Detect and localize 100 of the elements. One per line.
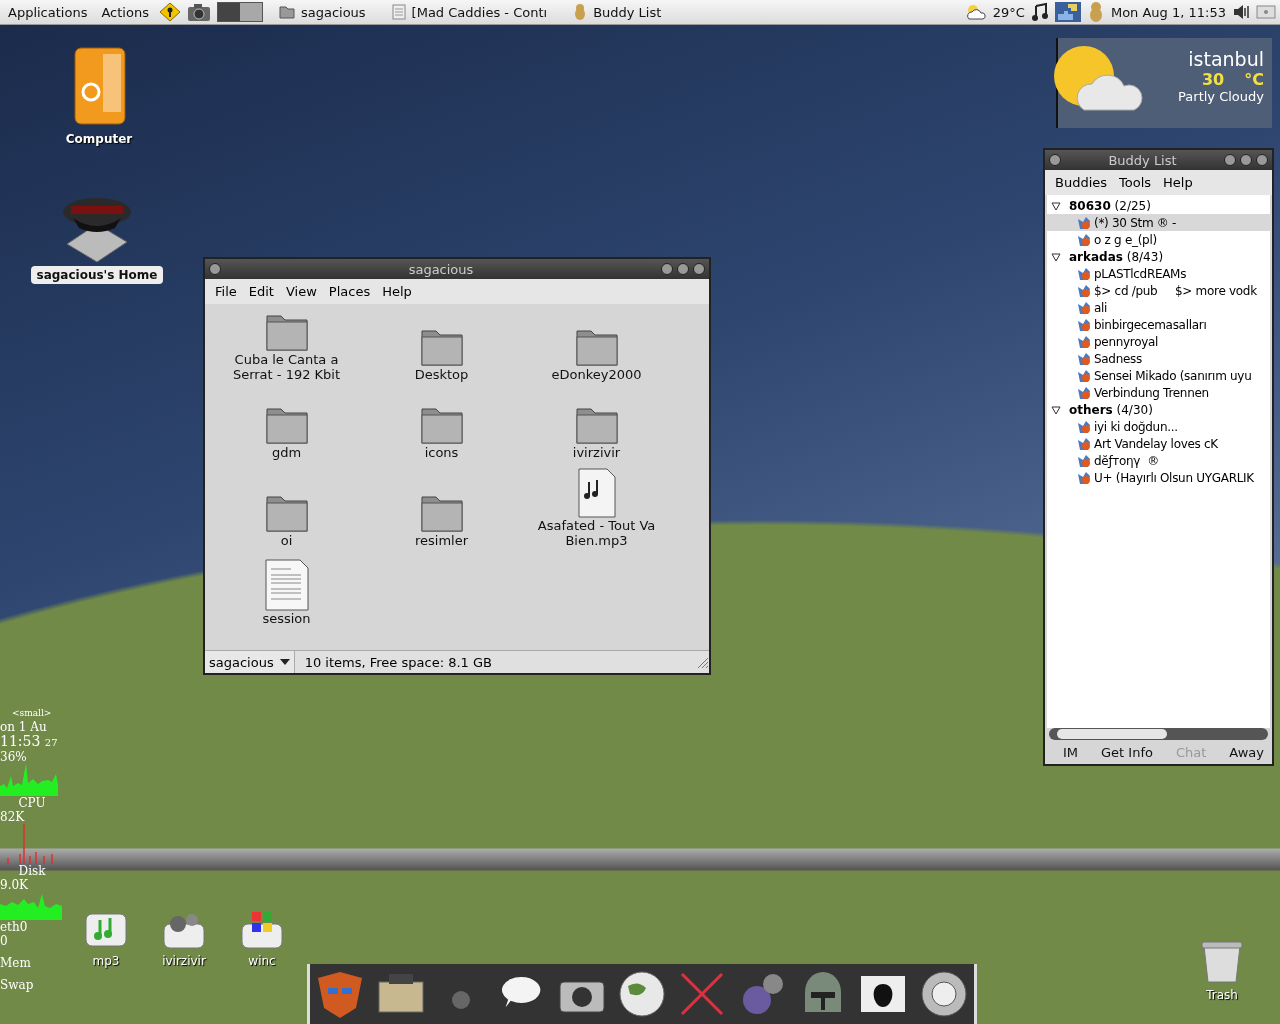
group-name[interactable]: 80630 (2/25) xyxy=(1069,198,1151,213)
menu-item[interactable]: Tools xyxy=(1115,174,1156,191)
menu-item[interactable]: View xyxy=(281,283,321,300)
buddy-row[interactable]: Verbindung Trennen xyxy=(1047,384,1270,401)
buddy-row[interactable]: pennyroyal xyxy=(1047,333,1270,350)
file-name[interactable]: Desktop xyxy=(371,367,512,382)
weather-temperature: 30 xyxy=(1202,70,1225,89)
disk-label: Disk xyxy=(17,864,47,878)
weather-unit: °C xyxy=(1244,70,1264,89)
cpu-label: CPU xyxy=(17,796,47,810)
menu-item[interactable]: Places xyxy=(324,283,375,300)
file-name[interactable]: Asafated - Tout Va Bien.mp3 xyxy=(526,518,667,548)
buddy-status-icon xyxy=(1077,232,1091,247)
menu-item[interactable]: Edit xyxy=(244,283,278,300)
desktop-icon-label[interactable]: mp3 xyxy=(92,954,120,968)
weather-city: istanbul xyxy=(1188,48,1264,70)
buddy-row[interactable]: Sensei Mikado (sanırım uyu xyxy=(1047,367,1270,384)
buddy-status-icon xyxy=(1077,436,1091,451)
panel-menu[interactable]: Applications xyxy=(4,4,92,20)
buddy-status-icon xyxy=(1077,300,1091,315)
taskbar-button[interactable]: sagacious xyxy=(268,1,376,23)
buddy-status-icon xyxy=(1077,317,1091,332)
maximize-button[interactable] xyxy=(1240,154,1252,166)
window-menu-button[interactable] xyxy=(209,263,221,275)
action-button[interactable]: Away xyxy=(1229,745,1264,760)
swap-label: Swap xyxy=(0,978,35,992)
workspace-switcher[interactable] xyxy=(216,2,263,22)
buddy-row[interactable]: (*) 30 Stm ® - xyxy=(1047,214,1270,231)
file-name[interactable]: gdm xyxy=(216,445,357,460)
net-value: 0 xyxy=(0,934,9,948)
minimize-button[interactable] xyxy=(1224,154,1236,166)
window-menu-button[interactable] xyxy=(1049,154,1061,166)
music-file-icon[interactable] xyxy=(576,468,617,518)
buddy-row[interactable]: o z g e_(pl) xyxy=(1047,231,1270,248)
buddy-row[interactable]: Art Vandelay loves cK xyxy=(1047,435,1270,452)
buddy-status-icon xyxy=(1077,470,1091,485)
net-label: eth0 xyxy=(0,920,29,934)
location-dropdown[interactable]: sagacious xyxy=(205,651,295,673)
desktop-icon-label[interactable]: sagacious's Home xyxy=(31,266,163,284)
close-button[interactable] xyxy=(693,263,705,275)
expander-icon[interactable] xyxy=(1051,404,1061,415)
horizontal-scrollbar[interactable] xyxy=(1049,728,1268,740)
buddy-row[interactable]: dĕƒтoηγ ® xyxy=(1047,452,1270,469)
buddy-row[interactable]: ali xyxy=(1047,299,1270,316)
buddy-row[interactable]: Sadness xyxy=(1047,350,1270,367)
action-button[interactable]: IM xyxy=(1063,745,1079,760)
menu-item[interactable]: File xyxy=(211,283,241,300)
buddy-row[interactable]: pLASTlcdREAMs xyxy=(1047,265,1270,282)
file-name[interactable]: eDonkey2000 xyxy=(526,367,667,382)
menu-item[interactable]: Help xyxy=(378,283,416,300)
taskbar-button[interactable]: [Mad Caddies - Contı xyxy=(381,1,558,23)
buddy-row[interactable]: $> cd /pub $> more vodk xyxy=(1047,282,1270,299)
buddy-status-icon xyxy=(1077,453,1091,468)
window-title: Buddy List xyxy=(1107,152,1178,168)
buddy-row[interactable]: U+ (Hayırlı Olsun UYGARLIK xyxy=(1047,469,1270,486)
file-name[interactable]: Cuba le Canta a Serrat - 192 Kbit xyxy=(216,352,357,382)
file-name[interactable]: oi xyxy=(216,533,357,548)
windows-drive-icon[interactable] xyxy=(240,910,284,950)
warning-sign-icon[interactable] xyxy=(158,2,181,22)
group-name[interactable]: arkadas (8/43) xyxy=(1069,249,1164,264)
taskbar-button[interactable]: Buddy List xyxy=(563,1,672,23)
file-name[interactable]: ivirzivir xyxy=(526,445,667,460)
buddy-status-icon xyxy=(1077,419,1091,434)
maximize-button[interactable] xyxy=(677,263,689,275)
desktop-icon-label[interactable]: winc xyxy=(248,954,276,968)
trash-icon[interactable] xyxy=(1200,940,1244,984)
music-note-icon[interactable] xyxy=(1030,2,1049,22)
desktop-icon-label[interactable]: Computer xyxy=(60,130,138,148)
minimize-button[interactable] xyxy=(661,263,673,275)
file-name[interactable]: icons xyxy=(371,445,512,460)
close-button[interactable] xyxy=(1256,154,1268,166)
cpu-reading: 36% xyxy=(0,750,28,764)
file-name[interactable]: session xyxy=(216,611,357,626)
resize-grip-icon[interactable] xyxy=(695,655,709,669)
expander-icon[interactable] xyxy=(1051,251,1061,262)
folder-icon xyxy=(278,5,295,19)
camera-icon[interactable] xyxy=(186,2,211,22)
action-button[interactable]: Get Info xyxy=(1101,745,1153,760)
buddy-status-icon xyxy=(1077,215,1091,230)
buddy-row[interactable]: binbirgecemasalları xyxy=(1047,316,1270,333)
menu-item[interactable]: Buddies xyxy=(1051,174,1112,191)
monitor-time: 11:53 xyxy=(0,733,41,749)
desktop-icon-label[interactable]: ivirzivir xyxy=(162,954,206,968)
music-drive-icon[interactable] xyxy=(84,910,128,950)
partly-cloudy-icon xyxy=(964,3,987,21)
file-name[interactable]: resimler xyxy=(371,533,512,548)
monitor-header: <small> xyxy=(11,707,53,720)
monitor-seconds: 27 xyxy=(44,737,58,748)
group-name[interactable]: others (4/30) xyxy=(1069,402,1153,417)
puzzle-icon[interactable] xyxy=(1054,2,1081,22)
scrollbar-thumb[interactable] xyxy=(1057,729,1167,739)
menu-item[interactable]: Help xyxy=(1159,174,1197,191)
panel-menu[interactable]: Actions xyxy=(97,4,153,20)
volume-icon[interactable] xyxy=(1232,3,1250,21)
buddy-row[interactable]: iyi ki doğdun... xyxy=(1047,418,1270,435)
weather-temperature[interactable]: 29°C xyxy=(992,4,1025,20)
clock[interactable]: Mon Aug 1, 11:53 xyxy=(1110,4,1226,20)
desktop-icon-label[interactable]: Trash xyxy=(1206,988,1238,1002)
text-document-icon[interactable] xyxy=(263,559,310,611)
expander-icon[interactable] xyxy=(1051,200,1061,211)
